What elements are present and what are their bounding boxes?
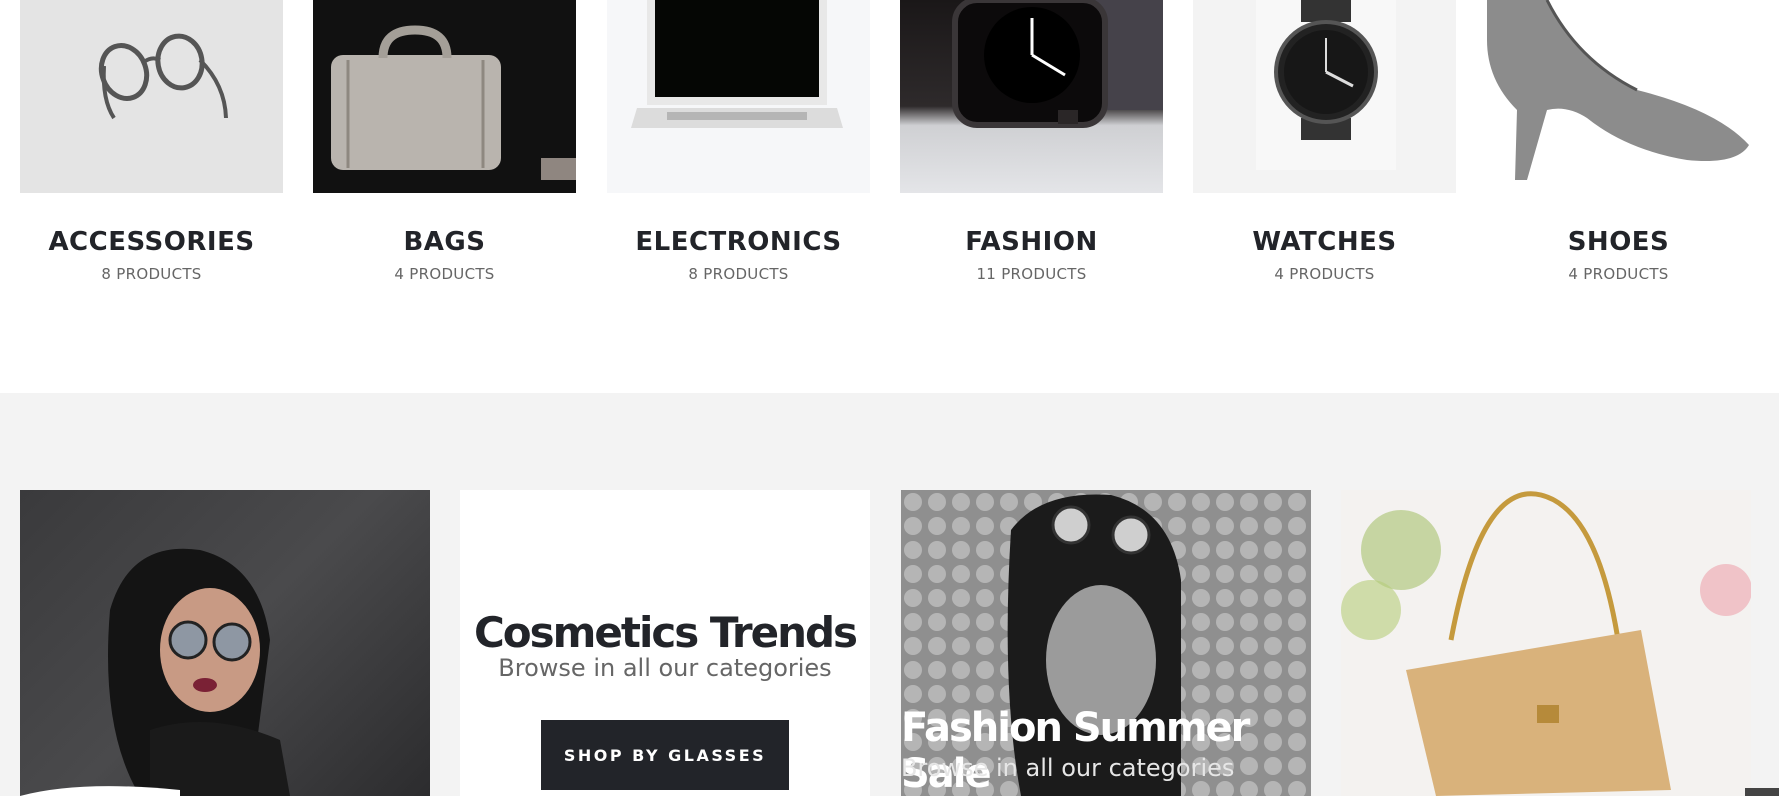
category-count: 8 PRODUCTS (101, 265, 202, 283)
category-name[interactable]: ACCESSORIES (20, 227, 283, 257)
category-count: 11 PRODUCTS (976, 265, 1087, 283)
promo-subtitle: Browse in all our categories (901, 754, 1235, 782)
category-count: 4 PRODUCTS (1274, 265, 1375, 283)
shoes-image[interactable] (1487, 0, 1750, 193)
promo-title: Cosmetics Trends (473, 608, 858, 657)
scroll-top-button[interactable] (1745, 788, 1779, 796)
category-name[interactable]: FASHION (900, 227, 1163, 257)
category-name[interactable]: ELECTRONICS (607, 227, 870, 257)
category-name[interactable]: SHOES (1487, 227, 1750, 257)
category-count: 4 PRODUCTS (394, 265, 495, 283)
watch-image[interactable] (1193, 0, 1456, 193)
category-watches[interactable]: WATCHES 4 PRODUCTS (1193, 0, 1456, 283)
category-name[interactable]: BAGS (313, 227, 576, 257)
fashion-summer-sale-banner[interactable]: Fashion Summer Sale Browse in all our ca… (901, 490, 1311, 796)
category-shoes[interactable]: SHOES 4 PRODUCTS (1487, 0, 1750, 283)
category-row: ACCESSORIES 8 PRODUCTS BAGS 4 PRODUCTS E… (0, 0, 1779, 393)
handbag-banner[interactable] (1341, 490, 1751, 796)
shop-by-glasses-button[interactable]: SHOP BY GLASSES (541, 720, 789, 790)
bag-image[interactable] (313, 0, 576, 193)
laptop-image[interactable] (607, 0, 870, 193)
promo-section: Cosmetics Trends Browse in all our categ… (0, 393, 1779, 796)
category-bags[interactable]: BAGS 4 PRODUCTS (313, 0, 576, 283)
category-accessories[interactable]: ACCESSORIES 8 PRODUCTS (20, 0, 283, 283)
glasses-image[interactable] (20, 0, 283, 193)
category-name[interactable]: WATCHES (1193, 227, 1456, 257)
woman-sunglasses-banner[interactable] (20, 490, 430, 796)
promo-subtitle: Browse in all our categories (498, 654, 832, 682)
category-electronics[interactable]: ELECTRONICS 8 PRODUCTS (607, 0, 870, 283)
category-count: 4 PRODUCTS (1568, 265, 1669, 283)
cosmetics-promo: Cosmetics Trends Browse in all our categ… (460, 490, 870, 796)
smartwatch-image[interactable] (900, 0, 1163, 193)
promo-title: Fashion Summer Sale (901, 705, 1250, 796)
category-count: 8 PRODUCTS (688, 265, 789, 283)
category-fashion[interactable]: FASHION 11 PRODUCTS (900, 0, 1163, 283)
